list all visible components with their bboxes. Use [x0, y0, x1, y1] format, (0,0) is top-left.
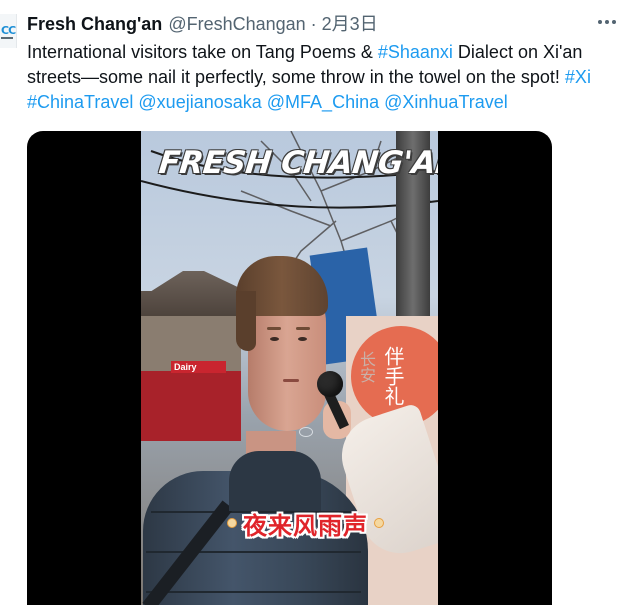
poster-text-secondary: 长安 [357, 351, 376, 383]
subtitle-ornament-icon [374, 518, 384, 528]
poster-text: 伴手礼 [381, 346, 405, 406]
tweet-date[interactable]: 2月3日 [322, 14, 378, 34]
author-name[interactable]: Fresh Chang'an [27, 14, 162, 34]
tweet-line-2: streets—some nail it perfectly, some thr… [27, 65, 640, 90]
mention-xinhuatravel-link[interactable]: @XinhuaTravel [384, 92, 508, 112]
tweet-line-1: International visitors take on Tang Poem… [27, 40, 640, 65]
tweet-video-container[interactable]: Dairy 长安 伴手礼 FRESH CHANG'AN 夜来风雨声 [27, 131, 552, 605]
hashtag-chinatravel-link[interactable]: #ChinaTravel [27, 92, 133, 112]
more-dot [612, 20, 616, 24]
eyebrow [267, 327, 281, 330]
hashtag-shaanxi-link[interactable]: #Shaanxi [378, 42, 453, 62]
subtitle-ornament-icon [227, 518, 237, 528]
author-avatar[interactable]: CC [0, 14, 17, 48]
video-subtitle-box: 夜来风雨声 [217, 505, 394, 541]
jacket-logo [299, 427, 313, 437]
man-mouth [283, 379, 299, 382]
tweet-line-3: #ChinaTravel @xuejianosaka @MFA_China @X… [27, 90, 640, 115]
shop-sign: Dairy [171, 361, 226, 373]
tweet-text-segment: streets—some nail it perfectly, some thr… [27, 67, 565, 87]
more-dot [598, 20, 602, 24]
jacket-seam [146, 551, 361, 553]
microphone-icon [317, 371, 343, 397]
mention-xuejianosaka-link[interactable]: @xuejianosaka [138, 92, 261, 112]
video-frame[interactable]: Dairy 长安 伴手礼 FRESH CHANG'AN 夜来风雨声 [141, 131, 438, 605]
hashtag-xi-link[interactable]: #Xi [565, 67, 591, 87]
eyebrow [296, 327, 310, 330]
tweet-header: Fresh Chang'an @FreshChangan · 2月3日 [27, 12, 378, 36]
man-hair-side [236, 291, 256, 351]
jacket-collar [229, 451, 321, 511]
shop-sign-background [141, 371, 241, 441]
tweet-text: International visitors take on Tang Poem… [27, 40, 640, 115]
video-subtitle: 夜来风雨声 [243, 511, 368, 540]
eye [270, 337, 279, 341]
tweet-text-segment: Dialect on Xi'an [452, 42, 583, 62]
tweet-text-segment: International visitors take on Tang Poem… [27, 42, 378, 62]
avatar-logo-bar [1, 37, 13, 39]
more-options-icon[interactable] [598, 20, 616, 24]
eye [298, 337, 307, 341]
jacket-seam [146, 591, 361, 593]
video-title-overlay: FRESH CHANG'AN [157, 145, 438, 181]
author-handle[interactable]: @FreshChangan [168, 14, 305, 34]
more-dot [605, 20, 609, 24]
mention-mfa-china-link[interactable]: @MFA_China [267, 92, 379, 112]
header-separator: · [310, 14, 317, 34]
avatar-logo-text: CC [1, 24, 16, 37]
